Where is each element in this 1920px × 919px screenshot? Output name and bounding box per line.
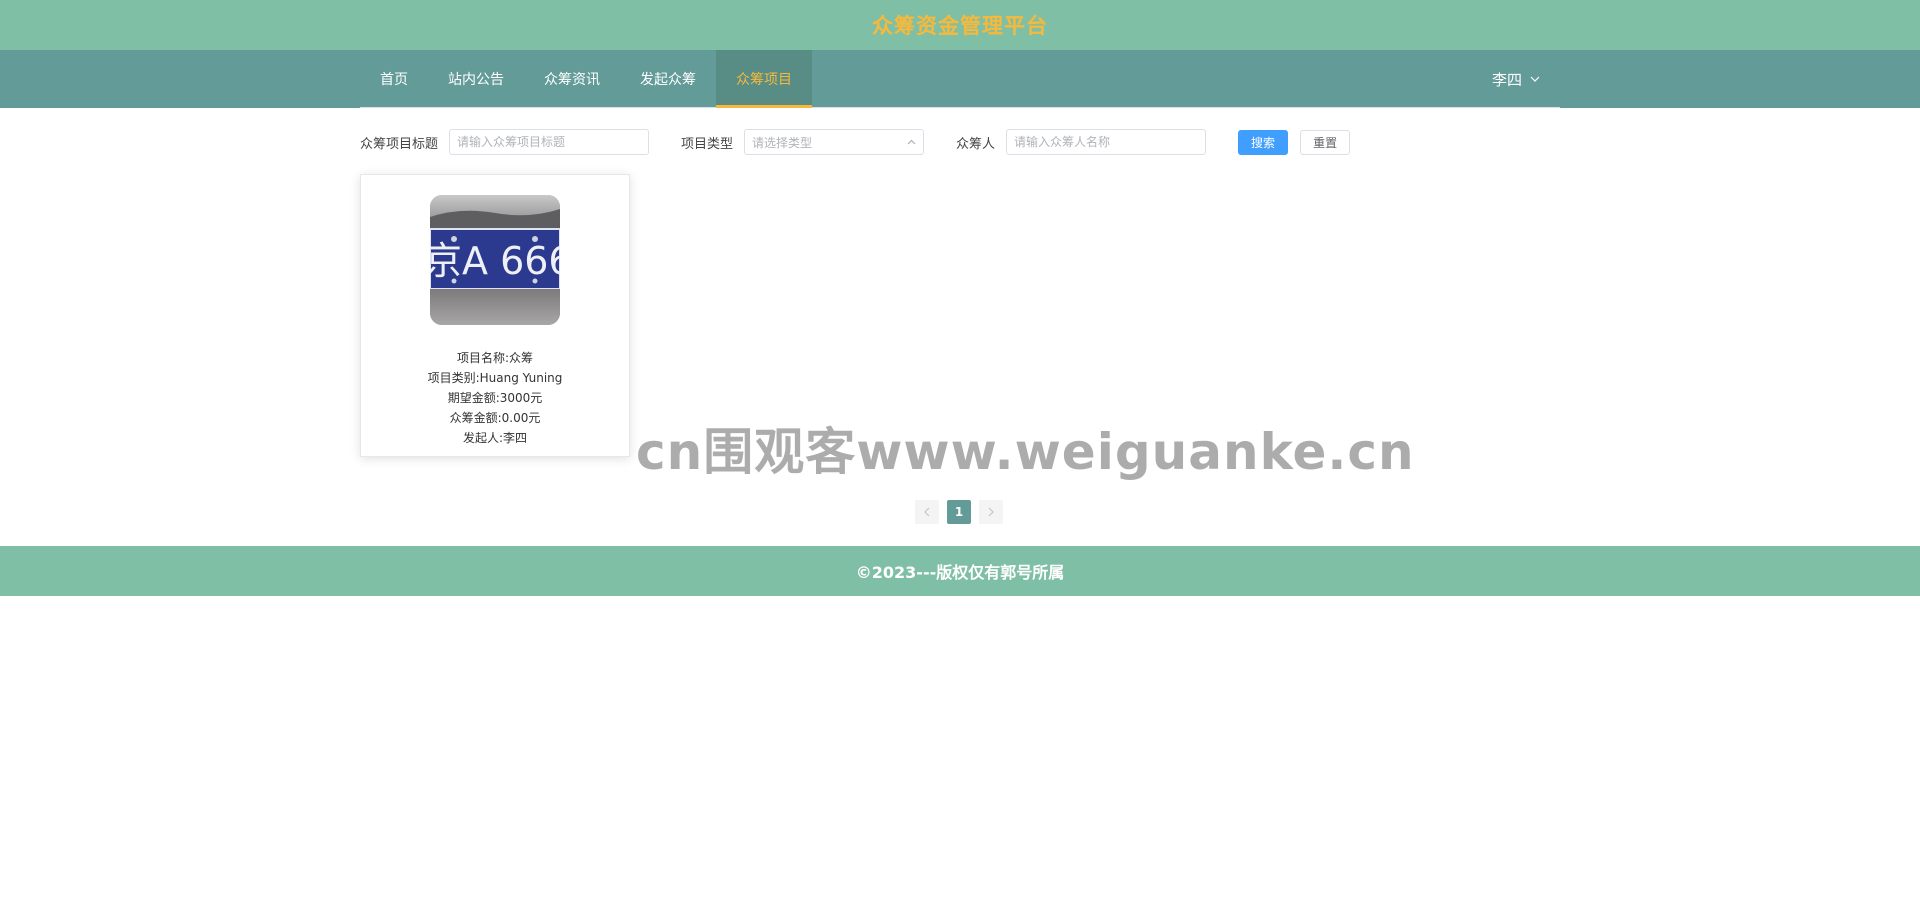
next-page-button[interactable] [979,500,1003,524]
footer: ©2023---版权仅有郭号所属 [0,546,1920,596]
project-raised-amount: 众筹金额:0.00元 [449,411,541,425]
nav-menu: 首页 站内公告 众筹资讯 发起众筹 众筹项目 [360,50,812,108]
title-search-input[interactable] [449,129,650,155]
nav-item-label: 站内公告 [448,72,504,88]
nav-item-label: 众筹资讯 [544,72,600,88]
page-number-button[interactable]: 1 [947,500,971,524]
project-expected-amount: 期望金额:3000元 [447,391,543,405]
type-label: 项目类型 [681,136,734,152]
pagination: 1 [915,500,1003,524]
title-bar: 众筹资金管理平台 [0,0,1920,50]
copyright-text: ©2023---版权仅有郭号所属 [855,563,1065,582]
plate-text: 京A 66666 [430,239,560,283]
chevron-left-icon [924,507,930,517]
nav-item-news[interactable]: 众筹资讯 [524,50,620,108]
project-image: 京A 66666 [430,195,560,325]
site-title: 众筹资金管理平台 [872,14,1048,38]
project-initiator: 发起人:李四 [462,431,528,445]
chevron-down-icon [1530,76,1540,82]
search-bar: 众筹项目标题 项目类型 请选择类型 众筹人 搜索 重置 [360,129,1351,155]
title-label: 众筹项目标题 [360,136,439,152]
nav-item-announcements[interactable]: 站内公告 [428,50,524,108]
chevron-right-icon [988,507,994,517]
project-name: 项目名称:众筹 [456,351,534,365]
watermark: cn围观客www.weiguanke.cn [636,423,1415,481]
nav-item-home[interactable]: 首页 [360,50,428,108]
person-search-input[interactable] [1006,129,1207,155]
type-select[interactable]: 请选择类型 [744,129,925,155]
nav-item-projects[interactable]: 众筹项目 [716,50,812,108]
nav-item-label: 发起众筹 [640,72,696,88]
nav-item-label: 众筹项目 [736,72,792,88]
user-menu[interactable]: 李四 [1492,50,1540,108]
person-label: 众筹人 [956,136,996,152]
nav-item-label: 首页 [380,72,408,88]
project-card[interactable]: 京A 66666 项目名称:众筹 项目类别:Huang Yuning 期望金额:… [360,174,630,457]
search-button[interactable]: 搜索 [1238,129,1289,155]
license-plate-photo: 京A 66666 [430,195,560,325]
project-category: 项目类别:Huang Yuning [427,371,563,385]
nav-inner: 首页 站内公告 众筹资讯 发起众筹 众筹项目 李四 [360,50,1560,108]
prev-page-button[interactable] [915,500,939,524]
nav-bar: 首页 站内公告 众筹资讯 发起众筹 众筹项目 李四 [0,50,1920,108]
reset-button[interactable]: 重置 [1300,129,1351,155]
project-info: 项目名称:众筹 项目类别:Huang Yuning 期望金额:3000元 众筹金… [361,348,629,448]
type-select-placeholder: 请选择类型 [752,135,813,150]
nav-item-start-crowdfunding[interactable]: 发起众筹 [620,50,716,108]
chevron-up-icon [907,139,916,145]
user-name: 李四 [1491,70,1522,89]
